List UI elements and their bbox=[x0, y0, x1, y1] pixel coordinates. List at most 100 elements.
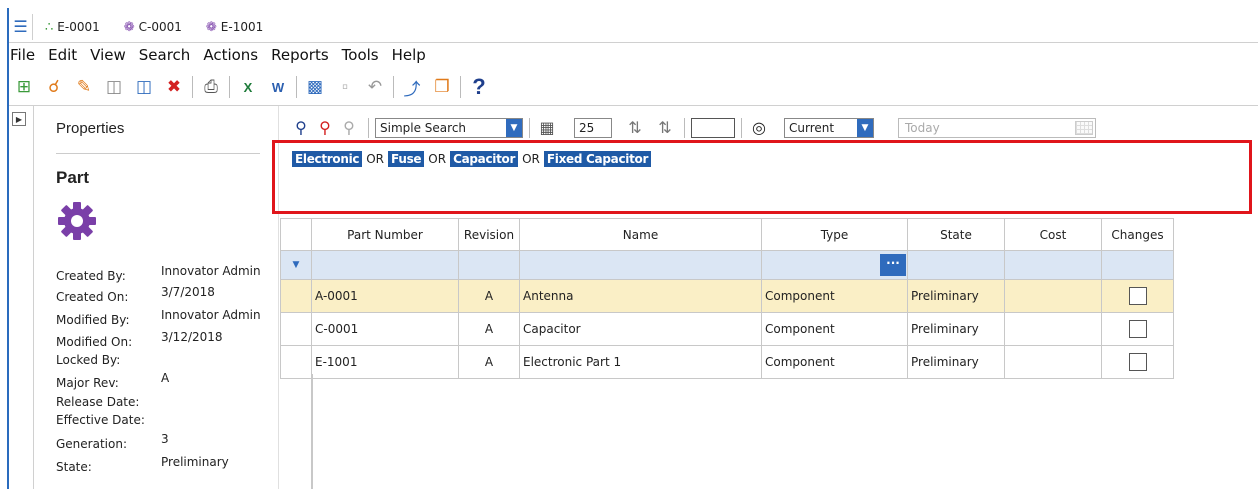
table-row[interactable]: A-0001 A Antenna Component Preliminary bbox=[280, 279, 1174, 313]
tab-e-1001[interactable]: ❁ E-1001 bbox=[194, 20, 275, 35]
prop-effective-date: Effective Date: bbox=[56, 413, 145, 427]
tab-c-0001[interactable]: ❁ C-0001 bbox=[112, 20, 194, 35]
target-icon[interactable]: ◎ bbox=[748, 117, 770, 139]
filter-cell[interactable]: ··· bbox=[761, 250, 908, 280]
toolbar-separator bbox=[296, 76, 297, 98]
cell-changes bbox=[1101, 345, 1174, 379]
word-export-icon[interactable]: W bbox=[263, 72, 293, 102]
main-toolbar: ⊞ ☌ ✎ ◫ ◫ ✖ ⎙ X W ▩ ▫ ↶ ⤴ ❐ ? bbox=[9, 71, 494, 103]
col-changes[interactable]: Changes bbox=[1101, 218, 1174, 251]
filter-chevron-icon[interactable]: ▼ bbox=[280, 250, 312, 280]
prop-state: State: Preliminary bbox=[56, 455, 229, 474]
row-selector[interactable] bbox=[280, 312, 312, 346]
menu-actions[interactable]: Actions bbox=[197, 46, 265, 64]
toolbar-separator bbox=[741, 118, 742, 138]
criteria-operator: OR bbox=[428, 152, 447, 166]
promote-icon[interactable]: ⤴ bbox=[397, 72, 427, 102]
help-icon[interactable]: ? bbox=[464, 72, 494, 102]
menu-file[interactable]: File bbox=[9, 46, 42, 64]
toolbar-separator bbox=[684, 118, 685, 138]
lock-icon[interactable]: ▩ bbox=[300, 72, 330, 102]
row-selector-header bbox=[280, 218, 312, 251]
save-close-icon[interactable]: ◫ bbox=[129, 72, 159, 102]
table-row[interactable]: E-1001 A Electronic Part 1 Component Pre… bbox=[280, 345, 1174, 379]
new-item-icon[interactable]: ⊞ bbox=[9, 72, 39, 102]
changes-checkbox[interactable] bbox=[1128, 320, 1147, 338]
toolbar-separator bbox=[368, 118, 369, 138]
expand-sidebar-icon[interactable]: ▶ bbox=[12, 112, 26, 126]
filter-cell[interactable] bbox=[311, 250, 459, 280]
changes-checkbox[interactable] bbox=[1128, 353, 1147, 371]
sort-ascending-icon[interactable]: ⇅ bbox=[624, 117, 646, 139]
filter-row: ▼ ··· bbox=[280, 250, 1174, 280]
cell-type: Component bbox=[761, 312, 908, 346]
tab-label: E-0001 bbox=[57, 20, 100, 34]
gear-icon: ❁ bbox=[205, 19, 217, 35]
toolbar-separator bbox=[460, 76, 461, 98]
grid-header-row: Part Number Revision Name Type State Cos… bbox=[280, 218, 1174, 251]
max-results-input[interactable] bbox=[691, 118, 735, 138]
col-cost[interactable]: Cost bbox=[1004, 218, 1102, 251]
chevron-down-icon: ▼ bbox=[857, 119, 873, 137]
calendar-icon[interactable] bbox=[1075, 121, 1093, 135]
item-type-title: Part bbox=[56, 168, 90, 187]
col-part-number[interactable]: Part Number bbox=[311, 218, 459, 251]
effective-date-input[interactable]: Today bbox=[898, 118, 1096, 138]
filter-cell[interactable] bbox=[1004, 250, 1102, 280]
menu-tools[interactable]: Tools bbox=[336, 46, 386, 64]
criteria-chip[interactable]: Electronic bbox=[292, 151, 363, 167]
prop-created-on: Created On: 3/7/2018 bbox=[56, 285, 215, 304]
row-selector[interactable] bbox=[280, 279, 312, 313]
copy-icon[interactable]: ❐ bbox=[427, 72, 457, 102]
menu-view[interactable]: View bbox=[84, 46, 133, 64]
excel-export-icon[interactable]: X bbox=[233, 72, 263, 102]
search-mode-select[interactable]: Simple Search ▼ bbox=[375, 118, 523, 138]
tab-e-0001[interactable]: ∴ E-0001 bbox=[33, 20, 112, 35]
filter-cell[interactable] bbox=[907, 250, 1005, 280]
grid-left-border bbox=[311, 374, 313, 489]
part-gear-icon bbox=[58, 202, 96, 240]
filter-cell[interactable] bbox=[519, 250, 762, 280]
col-revision[interactable]: Revision bbox=[458, 218, 520, 251]
prop-major-rev: Major Rev: A bbox=[56, 371, 170, 390]
cell-name: Antenna bbox=[519, 279, 762, 313]
prop-modified-by: Modified By: Innovator Admin bbox=[56, 308, 261, 327]
cell-revision: A bbox=[458, 279, 520, 313]
criteria-chip[interactable]: Fuse bbox=[388, 151, 425, 167]
unlock-icon[interactable]: ▫ bbox=[330, 72, 360, 102]
filter-cell[interactable] bbox=[1101, 250, 1174, 280]
menu-help[interactable]: Help bbox=[386, 46, 433, 64]
saved-search-icon[interactable]: ⚲ bbox=[338, 117, 360, 139]
menu-reports[interactable]: Reports bbox=[265, 46, 336, 64]
edit-item-icon[interactable]: ✎ bbox=[69, 72, 99, 102]
page-size-icon: ▦ bbox=[539, 120, 555, 137]
undo-icon[interactable]: ↶ bbox=[360, 72, 390, 102]
tab-strip: ☰ ∴ E-0001 ❁ C-0001 ❁ E-1001 bbox=[9, 14, 1258, 40]
col-type[interactable]: Type bbox=[761, 218, 908, 251]
row-selector[interactable] bbox=[280, 345, 312, 379]
criteria-chip[interactable]: Fixed Capacitor bbox=[543, 151, 652, 167]
hamburger-menu-icon[interactable]: ☰ bbox=[9, 14, 33, 40]
view-item-icon[interactable]: ☌ bbox=[39, 72, 69, 102]
version-select[interactable]: Current ▼ bbox=[784, 118, 874, 138]
col-name[interactable]: Name bbox=[519, 218, 762, 251]
run-search-icon[interactable]: ⚲ bbox=[290, 117, 312, 139]
criteria-chip[interactable]: Capacitor bbox=[450, 151, 519, 167]
print-icon[interactable]: ⎙ bbox=[196, 72, 226, 102]
col-state[interactable]: State bbox=[907, 218, 1005, 251]
filter-cell[interactable] bbox=[458, 250, 520, 280]
cell-changes bbox=[1101, 279, 1174, 313]
menu-search[interactable]: Search bbox=[133, 46, 198, 64]
search-toolbar: ⚲ ⚲ ⚲ Simple Search ▼ ▦ 25 ⇅ ⇅ ◎ Current… bbox=[290, 116, 1096, 140]
criteria-operator: OR bbox=[522, 152, 540, 166]
clear-search-icon[interactable]: ⚲ bbox=[314, 117, 336, 139]
page-size-input[interactable]: 25 bbox=[574, 118, 612, 138]
sort-descending-icon[interactable]: ⇅ bbox=[654, 117, 676, 139]
table-row[interactable]: C-0001 A Capacitor Component Preliminary bbox=[280, 312, 1174, 346]
delete-icon[interactable]: ✖ bbox=[159, 72, 189, 102]
changes-checkbox[interactable] bbox=[1128, 287, 1147, 305]
ellipsis-button[interactable]: ··· bbox=[880, 254, 906, 276]
save-icon[interactable]: ◫ bbox=[99, 72, 129, 102]
menu-edit[interactable]: Edit bbox=[42, 46, 84, 64]
toolbar-separator bbox=[192, 76, 193, 98]
